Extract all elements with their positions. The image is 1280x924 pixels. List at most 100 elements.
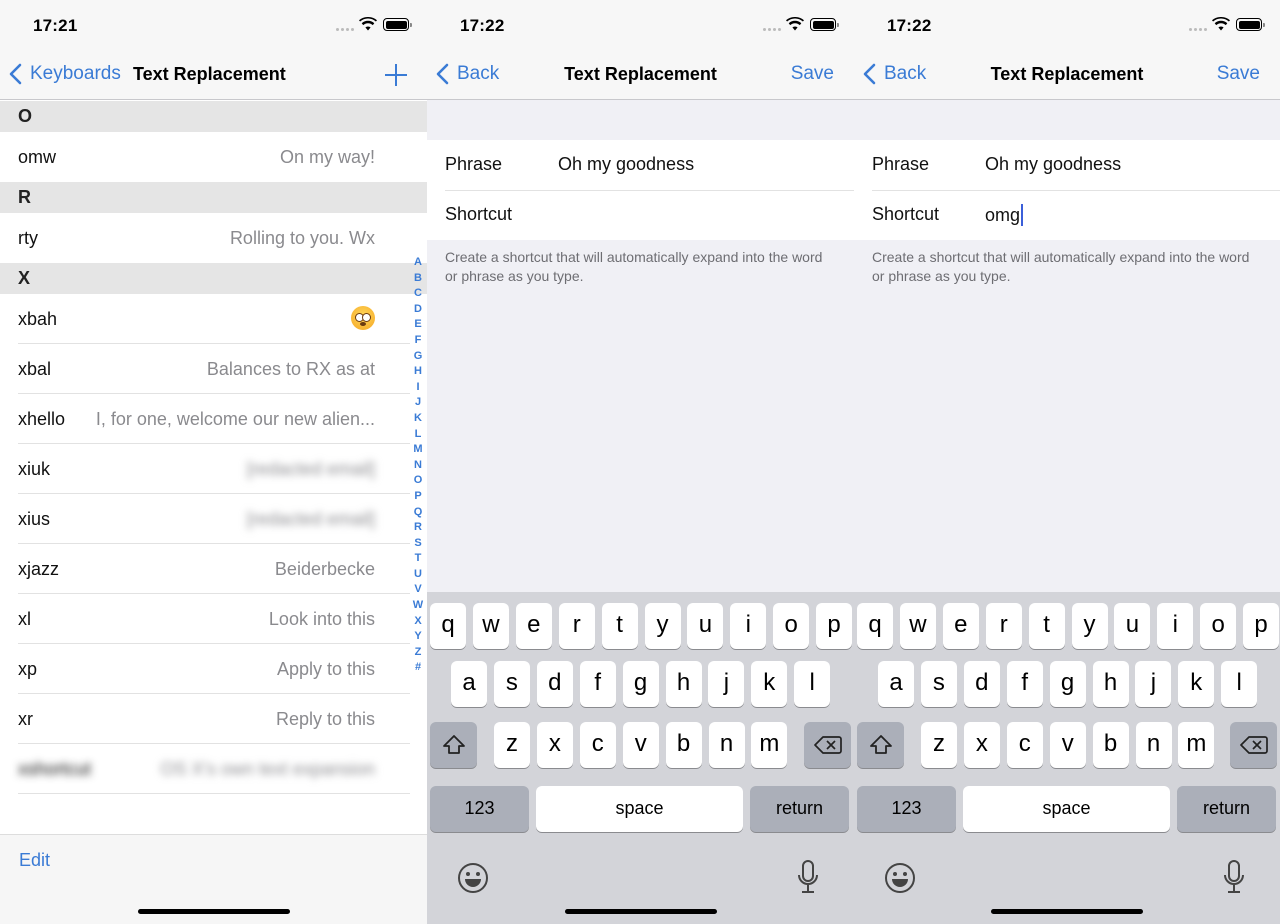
key-a[interactable]: a bbox=[451, 661, 487, 707]
key-p[interactable]: p bbox=[816, 603, 853, 649]
key-y[interactable]: y bbox=[644, 603, 681, 649]
key-c[interactable]: c bbox=[1006, 722, 1043, 768]
list-item[interactable]: rty Rolling to you. Wx bbox=[0, 213, 427, 263]
index-letter[interactable]: K bbox=[414, 411, 422, 427]
key-d[interactable]: d bbox=[536, 661, 573, 707]
key-e[interactable]: e bbox=[942, 603, 979, 649]
key-u[interactable]: u bbox=[687, 603, 724, 649]
emoji-icon[interactable] bbox=[884, 862, 916, 894]
index-letter[interactable]: L bbox=[415, 427, 422, 443]
key-s[interactable]: s bbox=[920, 661, 957, 707]
key-h[interactable]: h bbox=[665, 661, 702, 707]
key-t[interactable]: t bbox=[601, 603, 638, 649]
index-letter[interactable]: Z bbox=[415, 645, 422, 661]
key-q[interactable]: q bbox=[857, 603, 893, 649]
key-i[interactable]: i bbox=[730, 603, 767, 649]
key-l[interactable]: l bbox=[1221, 661, 1258, 707]
key-i[interactable]: i bbox=[1157, 603, 1194, 649]
list-item[interactable]: omw On my way! bbox=[0, 132, 427, 182]
key-k[interactable]: k bbox=[1178, 661, 1215, 707]
key-z[interactable]: z bbox=[921, 722, 957, 768]
list-item[interactable]: xr Reply to this bbox=[0, 694, 427, 744]
list-item[interactable]: xjazz Beiderbecke bbox=[0, 544, 427, 594]
index-letter[interactable]: M bbox=[413, 442, 422, 458]
index-letter[interactable]: O bbox=[414, 473, 423, 489]
key-t[interactable]: t bbox=[1028, 603, 1065, 649]
shortcut-input[interactable]: omg bbox=[985, 204, 1255, 226]
index-letter[interactable]: V bbox=[414, 582, 421, 598]
index-letter[interactable]: Y bbox=[414, 629, 421, 645]
microphone-icon[interactable] bbox=[1224, 860, 1244, 894]
index-letter[interactable]: F bbox=[415, 333, 422, 349]
phrase-input[interactable]: Oh my goodness bbox=[558, 154, 828, 175]
save-button[interactable]: Save bbox=[1217, 63, 1260, 85]
edit-button[interactable]: Edit bbox=[19, 850, 50, 871]
list-item[interactable]: xl Look into this bbox=[0, 594, 427, 644]
key-r[interactable]: r bbox=[558, 603, 595, 649]
list-item[interactable]: xhello I, for one, welcome our new alien.… bbox=[0, 394, 427, 444]
key-c[interactable]: c bbox=[579, 722, 616, 768]
emoji-icon[interactable] bbox=[457, 862, 489, 894]
index-letter[interactable]: W bbox=[413, 598, 423, 614]
key-w[interactable]: w bbox=[899, 603, 936, 649]
index-letter[interactable]: A bbox=[414, 255, 422, 271]
back-button[interactable]: Keyboards bbox=[8, 63, 121, 85]
key-h[interactable]: h bbox=[1092, 661, 1129, 707]
index-letter[interactable]: P bbox=[414, 489, 421, 505]
key-x[interactable]: x bbox=[963, 722, 1000, 768]
microphone-icon[interactable] bbox=[798, 860, 818, 894]
key-j[interactable]: j bbox=[708, 661, 745, 707]
space-key[interactable]: space bbox=[963, 786, 1170, 832]
key-f[interactable]: f bbox=[1006, 661, 1043, 707]
index-letter[interactable]: C bbox=[414, 286, 422, 302]
phrase-input[interactable]: Oh my goodness bbox=[985, 154, 1255, 175]
key-b[interactable]: b bbox=[665, 722, 702, 768]
key-e[interactable]: e bbox=[515, 603, 552, 649]
key-r[interactable]: r bbox=[985, 603, 1022, 649]
list-item[interactable]: xp Apply to this bbox=[0, 644, 427, 694]
index-letter[interactable]: E bbox=[414, 317, 421, 333]
key-p[interactable]: p bbox=[1243, 603, 1280, 649]
section-index-bar[interactable]: A B C D E F G H I J K L M N O P Q R S T U V W X Y Z # bbox=[410, 255, 426, 676]
shift-key[interactable] bbox=[857, 722, 904, 768]
delete-key[interactable] bbox=[804, 722, 851, 768]
index-letter[interactable]: H bbox=[414, 364, 422, 380]
index-letter[interactable]: N bbox=[414, 458, 422, 474]
key-x[interactable]: x bbox=[536, 722, 573, 768]
index-letter[interactable]: G bbox=[414, 349, 423, 365]
index-letter[interactable]: S bbox=[414, 536, 421, 552]
index-letter[interactable]: J bbox=[415, 395, 421, 411]
key-s[interactable]: s bbox=[493, 661, 530, 707]
key-d[interactable]: d bbox=[963, 661, 1000, 707]
key-v[interactable]: v bbox=[1049, 722, 1086, 768]
plus-icon[interactable] bbox=[385, 64, 407, 86]
key-j[interactable]: j bbox=[1135, 661, 1172, 707]
key-z[interactable]: z bbox=[494, 722, 530, 768]
key-n[interactable]: n bbox=[708, 722, 745, 768]
delete-key[interactable] bbox=[1230, 722, 1277, 768]
numbers-key[interactable]: 123 bbox=[857, 786, 956, 832]
key-o[interactable]: o bbox=[773, 603, 810, 649]
key-w[interactable]: w bbox=[472, 603, 509, 649]
index-letter[interactable]: I bbox=[416, 380, 419, 396]
shift-key[interactable] bbox=[430, 722, 477, 768]
key-m[interactable]: m bbox=[1178, 722, 1215, 768]
index-letter[interactable]: D bbox=[414, 302, 422, 318]
index-letter[interactable]: B bbox=[414, 271, 422, 287]
list-item[interactable]: xius [redacted email] bbox=[0, 494, 427, 544]
key-y[interactable]: y bbox=[1071, 603, 1108, 649]
key-b[interactable]: b bbox=[1092, 722, 1129, 768]
index-letter[interactable]: T bbox=[415, 551, 422, 567]
numbers-key[interactable]: 123 bbox=[430, 786, 529, 832]
return-key[interactable]: return bbox=[750, 786, 849, 832]
key-k[interactable]: k bbox=[751, 661, 788, 707]
key-m[interactable]: m bbox=[751, 722, 788, 768]
key-a[interactable]: a bbox=[878, 661, 914, 707]
list-item[interactable]: xiuk [redacted email] bbox=[0, 444, 427, 494]
list-item[interactable]: xbal Balances to RX as at bbox=[0, 344, 427, 394]
key-g[interactable]: g bbox=[622, 661, 659, 707]
index-letter[interactable]: U bbox=[414, 567, 422, 583]
save-button[interactable]: Save bbox=[791, 63, 834, 85]
key-f[interactable]: f bbox=[579, 661, 616, 707]
key-o[interactable]: o bbox=[1200, 603, 1237, 649]
